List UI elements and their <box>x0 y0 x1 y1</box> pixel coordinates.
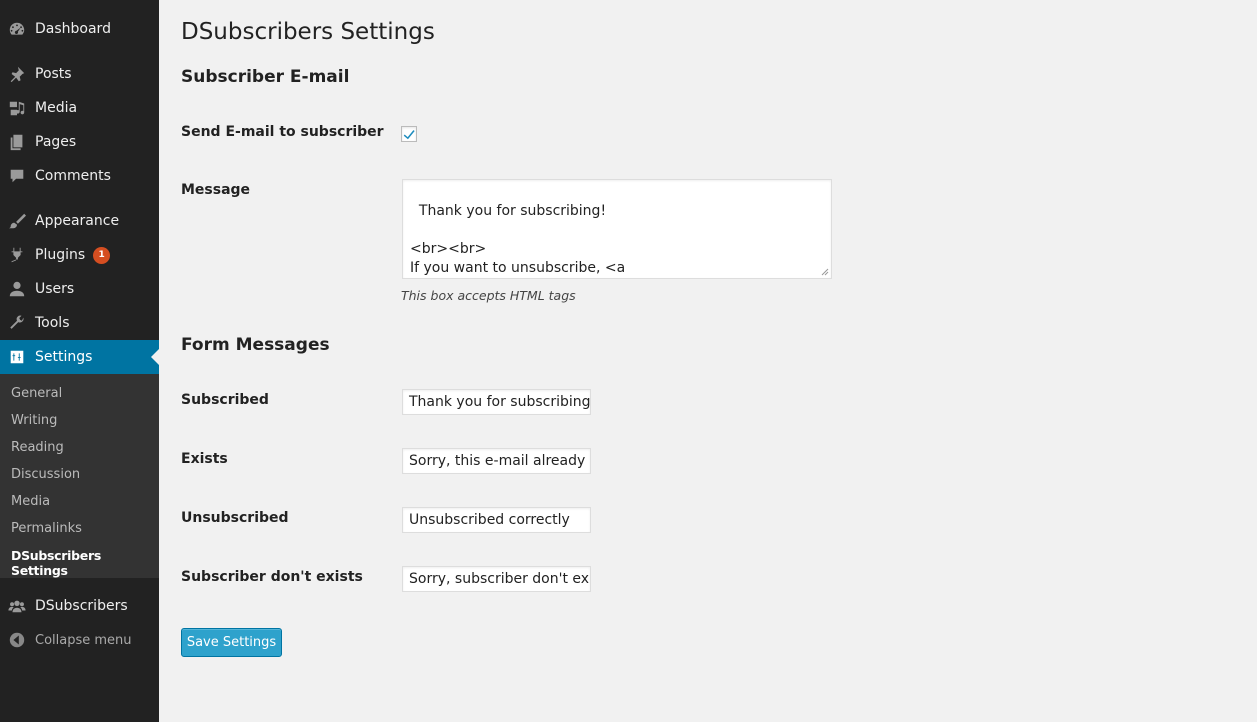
section-title-form-messages: Form Messages <box>181 335 330 355</box>
menu-item-dashboard[interactable]: Dashboard <box>0 12 159 46</box>
collapse-arrow-icon <box>7 630 27 650</box>
unsubscribed-input[interactable]: Unsubscribed correctly <box>402 507 591 533</box>
group-icon <box>7 596 27 616</box>
subscriber-dont-exists-label: Subscriber don't exists <box>181 569 363 585</box>
submenu-item-writing[interactable]: Writing <box>11 413 57 428</box>
page-title: DSubscribers Settings <box>181 19 435 45</box>
comment-icon <box>7 166 27 186</box>
menu-label: Settings <box>35 349 93 365</box>
subscriber-dont-exists-input[interactable]: Sorry, subscriber don't exists <box>402 566 591 592</box>
save-settings-button[interactable]: Save Settings <box>181 628 282 657</box>
submenu-item-general[interactable]: General <box>11 386 62 401</box>
menu-label: Dashboard <box>35 21 111 37</box>
menu-label: DSubscribers <box>35 598 128 614</box>
settings-submenu: General Writing Reading Discussion Media… <box>0 374 159 578</box>
menu-item-plugins[interactable]: Plugins 1 <box>0 238 159 272</box>
unsubscribed-label: Unsubscribed <box>181 510 289 526</box>
menu-item-dsubscribers[interactable]: DSubscribers <box>0 589 159 623</box>
send-email-checkbox[interactable] <box>401 126 417 142</box>
menu-label: Appearance <box>35 213 120 229</box>
resize-grip-icon[interactable] <box>821 268 829 276</box>
pin-icon <box>7 64 27 84</box>
pages-icon <box>7 132 27 152</box>
brush-icon <box>7 211 27 231</box>
menu-item-tools[interactable]: Tools <box>0 306 159 340</box>
menu-item-media[interactable]: Media <box>0 91 159 125</box>
menu-label: Plugins <box>35 247 86 263</box>
message-textarea[interactable]: Thank you for subscribing! <br><br> If y… <box>402 179 832 279</box>
message-label: Message <box>181 182 251 198</box>
user-icon <box>7 279 27 299</box>
checkmark-icon <box>403 130 415 140</box>
wrench-icon <box>7 313 27 333</box>
exists-label: Exists <box>181 451 228 467</box>
submenu-item-dsubscribers-settings[interactable]: DSubscribers Settings <box>11 548 159 578</box>
subscribed-label: Subscribed <box>181 392 269 408</box>
submenu-item-reading[interactable]: Reading <box>11 440 64 455</box>
submenu-item-discussion[interactable]: Discussion <box>11 467 80 482</box>
message-text: Thank you for subscribing! <br><br> If y… <box>410 203 626 276</box>
section-title-subscriber-email: Subscriber E-mail <box>181 67 350 87</box>
collapse-menu-button[interactable]: Collapse menu <box>0 623 159 657</box>
menu-item-users[interactable]: Users <box>0 272 159 306</box>
message-hint: This box accepts HTML tags <box>401 288 576 303</box>
plug-icon <box>7 245 27 265</box>
menu-label: Posts <box>35 66 72 82</box>
menu-item-posts[interactable]: Posts <box>0 57 159 91</box>
admin-sidebar: Dashboard Posts Media Pages Comments App… <box>0 0 159 722</box>
menu-label: Comments <box>35 168 111 184</box>
submenu-item-media[interactable]: Media <box>11 494 50 509</box>
current-menu-caret <box>151 349 159 365</box>
menu-item-comments[interactable]: Comments <box>0 159 159 193</box>
menu-item-settings[interactable]: Settings <box>0 340 159 374</box>
menu-label: Media <box>35 100 78 116</box>
menu-label: Users <box>35 281 75 297</box>
menu-label: Collapse menu <box>35 632 132 648</box>
settings-icon <box>7 347 27 367</box>
subscribed-input[interactable]: Thank you for subscribing! <box>402 389 591 415</box>
submenu-item-permalinks[interactable]: Permalinks <box>11 521 82 536</box>
menu-label: Tools <box>35 315 70 331</box>
media-icon <box>7 98 27 118</box>
update-count-badge: 1 <box>93 246 111 264</box>
dashboard-icon <box>7 19 27 39</box>
exists-input[interactable]: Sorry, this e-mail already exists <box>402 448 591 474</box>
menu-item-appearance[interactable]: Appearance <box>0 204 159 238</box>
menu-label: Pages <box>35 134 77 150</box>
menu-item-pages[interactable]: Pages <box>0 125 159 159</box>
send-email-label: Send E-mail to subscriber <box>181 124 384 140</box>
